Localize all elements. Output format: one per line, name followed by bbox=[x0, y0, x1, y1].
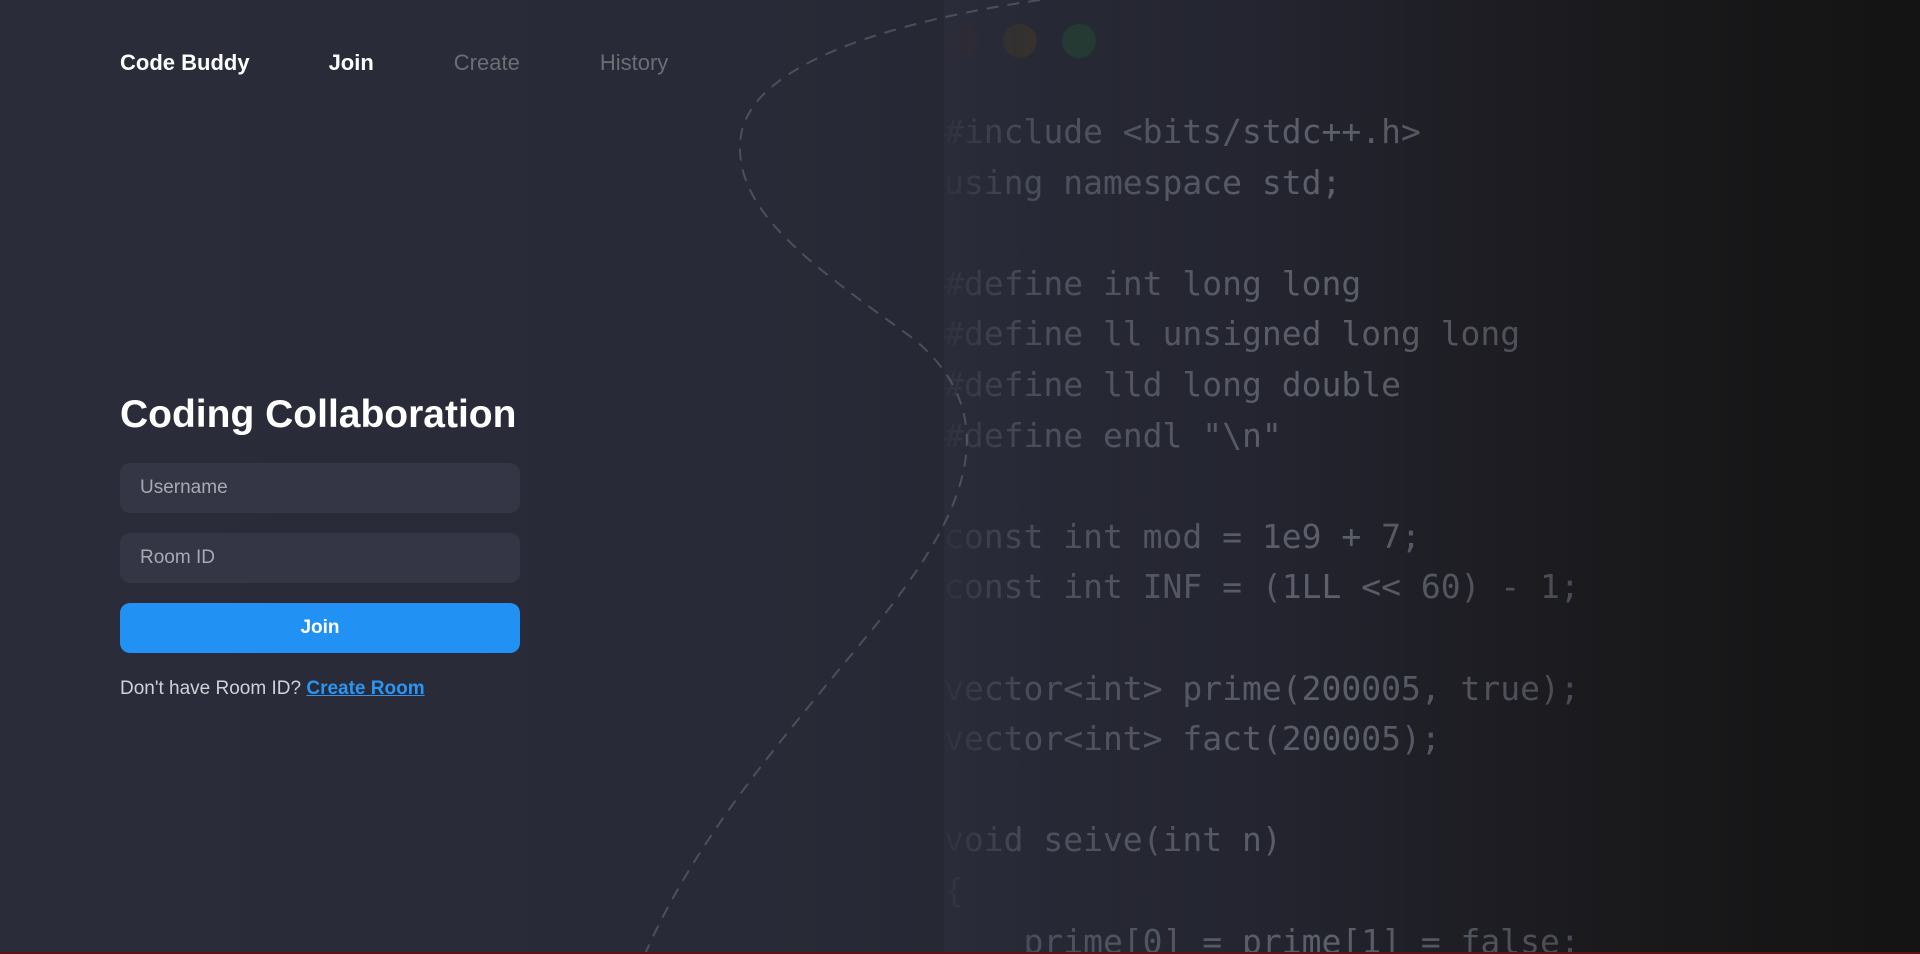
username-input[interactable] bbox=[120, 463, 520, 513]
helper-text: Don't have Room ID? bbox=[120, 678, 302, 699]
code-line: void seive(int n) bbox=[944, 820, 1282, 860]
page-title: Coding Collaboration bbox=[120, 393, 517, 436]
code-line: #define int long long bbox=[944, 263, 1362, 303]
room-id-input[interactable] bbox=[120, 533, 520, 583]
window-maximize-dot-icon bbox=[1062, 24, 1096, 58]
code-line: using namespace std; bbox=[944, 162, 1342, 202]
code-line: #define lld long double bbox=[944, 364, 1401, 404]
window-dots bbox=[944, 24, 1096, 58]
create-room-link[interactable]: Create Room bbox=[306, 678, 424, 699]
code-line: vector<int> prime(200005, true); bbox=[944, 668, 1580, 708]
code-line: #include <bits/stdc++.h> bbox=[944, 112, 1421, 151]
code-line: const int INF = (1LL << 60) - 1; bbox=[944, 567, 1580, 607]
create-room-prompt: Don't have Room ID? Create Room bbox=[120, 678, 520, 700]
nav-link-join[interactable]: Join bbox=[329, 50, 374, 76]
code-line: vector<int> fact(200005); bbox=[944, 719, 1441, 759]
code-line: prime[0] = prime[1] = false; bbox=[944, 921, 1580, 954]
background-code-panel: #include <bits/stdc++.h> using namespace … bbox=[944, 0, 1920, 954]
top-nav: Code Buddy Join Create History bbox=[120, 50, 748, 76]
join-button[interactable]: Join bbox=[120, 603, 520, 653]
nav-link-history[interactable]: History bbox=[600, 50, 668, 76]
code-line: { bbox=[944, 870, 964, 910]
join-room-form: Coding Collaboration Join Don't have Roo… bbox=[120, 391, 520, 700]
background-code: #include <bits/stdc++.h> using namespace … bbox=[944, 107, 1580, 954]
window-minimize-dot-icon bbox=[1003, 24, 1037, 58]
brand-logo[interactable]: Code Buddy bbox=[120, 50, 250, 76]
nav-link-create[interactable]: Create bbox=[454, 50, 520, 76]
code-line: #define endl "\n" bbox=[944, 415, 1282, 455]
window-close-dot-icon bbox=[944, 24, 978, 58]
code-line: const int mod = 1e9 + 7; bbox=[944, 516, 1421, 556]
code-line: #define ll unsigned long long bbox=[944, 314, 1521, 354]
